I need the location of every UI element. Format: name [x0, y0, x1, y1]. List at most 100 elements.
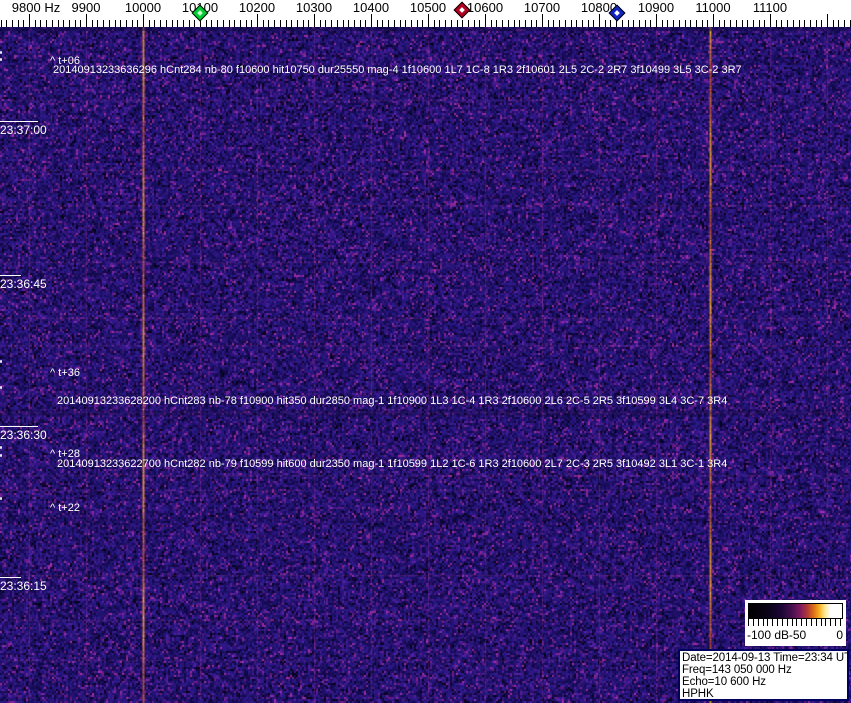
minor-tick — [405, 20, 406, 27]
minor-tick — [804, 20, 805, 27]
minor-tick — [622, 20, 623, 27]
frequency-tick-label: 10900 — [637, 0, 675, 15]
time-label: 23:36:15 — [0, 577, 47, 593]
minor-tick — [799, 20, 800, 27]
minor-tick — [274, 20, 275, 27]
minor-tick — [365, 20, 366, 27]
minor-tick — [103, 20, 104, 27]
minor-tick — [18, 20, 19, 27]
minor-tick — [571, 20, 572, 27]
major-tick — [485, 14, 486, 27]
minor-tick — [149, 20, 150, 27]
minor-tick — [736, 20, 737, 27]
red-marker-center — [459, 7, 465, 13]
frequency-tick-label: 10500 — [409, 0, 447, 15]
frequency-tick-label: 10300 — [295, 0, 333, 15]
minor-tick — [217, 20, 218, 27]
minor-tick — [759, 20, 760, 27]
event-edge-mark — [0, 454, 2, 457]
minor-tick — [496, 20, 497, 27]
event-edge-mark — [0, 51, 2, 54]
colorbar-tick — [821, 619, 822, 626]
event-edge-mark — [0, 58, 2, 61]
minor-tick — [787, 20, 788, 27]
minor-tick — [115, 20, 116, 27]
minor-tick — [246, 20, 247, 27]
spectrogram-screen: 9800 Hz990010000101001020010300104001050… — [0, 0, 851, 703]
minor-tick — [411, 20, 412, 27]
event-detail-line: 20140913233628200 hCnt283 nb-78 f10900 h… — [57, 395, 728, 407]
colorbar-tick — [758, 619, 759, 626]
minor-tick — [172, 20, 173, 27]
minor-tick — [793, 20, 794, 27]
minor-tick — [559, 20, 560, 27]
minor-tick — [565, 20, 566, 27]
minor-tick — [58, 20, 59, 27]
colorbar-label-max: 0 — [836, 628, 843, 642]
colorbar-tick — [748, 619, 749, 626]
green-marker-diamond-icon[interactable] — [191, 4, 209, 22]
minor-tick — [1, 20, 2, 27]
blue-marker-diamond-icon[interactable] — [608, 4, 626, 22]
minor-tick — [776, 20, 777, 27]
minor-tick — [753, 20, 754, 27]
minor-tick — [382, 20, 383, 27]
waterfall-canvas — [0, 27, 851, 703]
time-label-text: 23:37:00 — [0, 123, 47, 137]
minor-tick — [206, 20, 207, 27]
info-station-id: HPHK — [682, 688, 714, 700]
minor-tick — [576, 20, 577, 27]
minor-tick — [479, 20, 480, 27]
colorbar-gradient — [748, 603, 843, 619]
colorbar-tick — [816, 619, 817, 626]
minor-tick — [662, 20, 663, 27]
colorbar-tick — [811, 619, 812, 626]
event-time-marker: ^ t+36 — [50, 367, 80, 379]
major-tick — [314, 14, 315, 27]
minor-tick — [690, 20, 691, 27]
minor-tick — [194, 20, 195, 27]
minor-tick — [593, 20, 594, 27]
major-tick — [770, 14, 771, 27]
minor-tick — [40, 20, 41, 27]
minor-tick — [633, 20, 634, 27]
minor-tick — [63, 20, 64, 27]
minor-tick — [92, 20, 93, 27]
minor-tick — [781, 20, 782, 27]
minor-tick — [696, 20, 697, 27]
minor-tick — [816, 20, 817, 27]
frequency-tick-label: 10700 — [523, 0, 561, 15]
minor-tick — [525, 20, 526, 27]
frequency-tick-label: 9800 Hz — [11, 0, 61, 15]
minor-tick — [69, 20, 70, 27]
minor-tick — [468, 20, 469, 27]
minor-tick — [462, 20, 463, 27]
frequency-tick-label: 10400 — [352, 0, 390, 15]
minor-tick — [126, 20, 127, 27]
minor-tick — [291, 20, 292, 27]
minor-tick — [154, 20, 155, 27]
minor-tick — [23, 20, 24, 27]
minor-tick — [821, 20, 822, 27]
minor-tick — [97, 20, 98, 27]
minor-tick — [177, 20, 178, 27]
frequency-tick-label: 9900 — [71, 0, 101, 15]
minor-tick — [263, 20, 264, 27]
major-tick — [713, 14, 714, 27]
major-tick — [827, 14, 828, 27]
minor-tick — [234, 20, 235, 27]
red-marker-fill — [453, 1, 471, 19]
minor-tick — [685, 20, 686, 27]
minor-tick — [439, 20, 440, 27]
minor-tick — [251, 20, 252, 27]
minor-tick — [457, 20, 458, 27]
colorbar-panel: -100 dB -50 0 — [745, 600, 846, 646]
minor-tick — [610, 20, 611, 27]
red-marker-diamond-icon[interactable] — [453, 1, 471, 19]
colorbar-tick — [806, 619, 807, 626]
event-detail-line: 20140913233636296 hCnt284 nb-80 f10600 h… — [53, 64, 742, 76]
minor-tick — [343, 20, 344, 27]
minor-tick — [160, 20, 161, 27]
time-tick-line — [0, 121, 38, 122]
minor-tick — [394, 20, 395, 27]
